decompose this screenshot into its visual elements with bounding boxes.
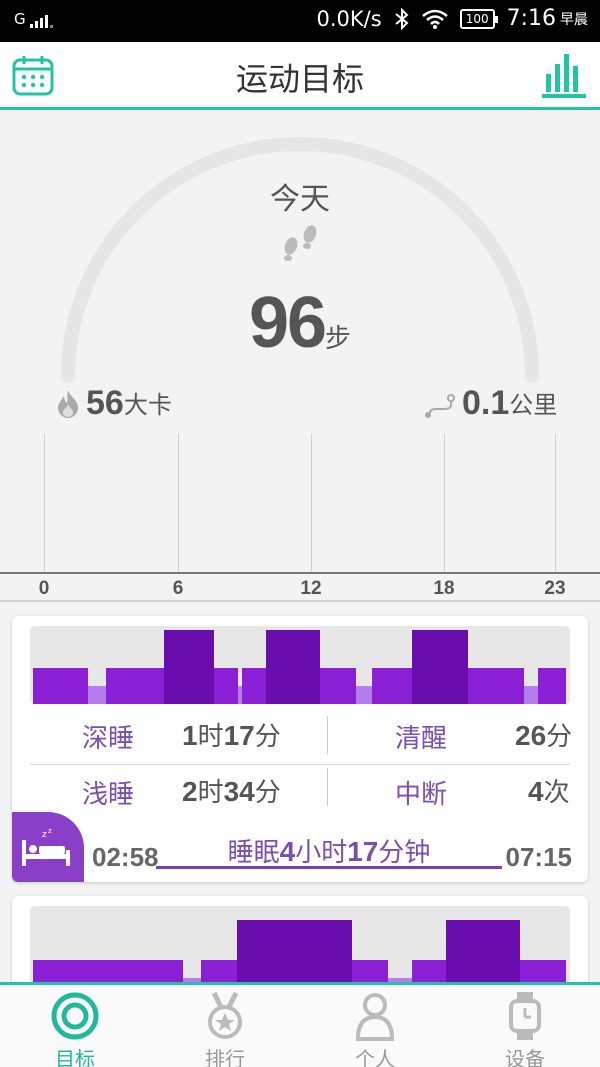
bluetooth-icon — [395, 7, 409, 30]
sleep-segment — [266, 630, 320, 704]
clock: 7:16 — [506, 6, 556, 31]
medal-icon — [208, 991, 242, 1039]
nav-device[interactable]: 设备 — [450, 991, 600, 1067]
hour-gridline — [555, 434, 556, 572]
sleep-segment — [164, 630, 214, 704]
steps-value: 96 — [248, 283, 327, 363]
hour-gridline — [311, 434, 312, 572]
nav-label: 目标 — [55, 1047, 95, 1067]
nav-ranking[interactable]: 排行 — [150, 991, 300, 1067]
hourly-steps-chart: 0 6 12 18 23 — [0, 434, 600, 604]
route-icon — [425, 394, 455, 418]
hour-tick: 6 — [172, 578, 184, 599]
svg-text:z: z — [48, 827, 52, 835]
awake-value: 26分 — [515, 720, 573, 752]
sleep-start-time: 02:58 — [92, 842, 159, 872]
nav-label: 设备 — [505, 1047, 545, 1067]
sleep-total: 睡眠4小时17分钟 — [227, 836, 431, 868]
battery-icon: 100 — [459, 8, 498, 29]
sleep-card[interactable]: 深睡 1时17分 清醒 26分 浅睡 2时34分 中断 4次 z z 02:58… — [12, 616, 588, 882]
distance-stat: 0.1 公里 — [424, 384, 557, 423]
interrupt-label: 中断 — [395, 780, 448, 810]
distance-unit: 公里 — [509, 391, 558, 419]
today-label: 今天 — [270, 182, 330, 217]
sleep-segment — [88, 686, 106, 704]
section-divider — [0, 600, 600, 602]
sleep-segment — [106, 668, 164, 704]
calories-unit: 大卡 — [123, 391, 172, 419]
sleep-segment — [356, 686, 372, 704]
row-divider — [30, 764, 570, 765]
target-icon — [51, 992, 99, 1040]
column-divider — [327, 716, 328, 754]
sleep-segment — [242, 668, 266, 704]
sleep-row-1: 深睡 1时17分 清醒 26分 — [12, 712, 588, 758]
awake-label: 清醒 — [395, 724, 448, 754]
distance-value: 0.1 — [462, 384, 510, 422]
nav-label: 个人 — [355, 1047, 395, 1067]
sleep-segment — [372, 668, 412, 704]
watch-icon — [509, 992, 541, 1040]
bottom-navigation: 目标 排行 个人 设备 — [0, 982, 600, 1067]
nav-profile[interactable]: 个人 — [300, 991, 450, 1067]
title-bar: 运动目标 — [0, 42, 600, 110]
calories-value: 56 — [86, 384, 124, 422]
sleep-segment — [214, 668, 238, 704]
status-bar: G 0.0K/s 100 7:16 早晨 — [0, 0, 600, 42]
hour-tick: 0 — [38, 578, 50, 599]
sleep-badge: z z — [12, 812, 84, 882]
light-sleep-label: 浅睡 — [82, 780, 135, 810]
deep-sleep-label: 深睡 — [82, 724, 135, 754]
sleep-segment — [538, 668, 566, 704]
wifi-icon — [421, 9, 448, 29]
sleep-row-2: 浅睡 2时34分 中断 4次 — [12, 768, 588, 814]
chart-baseline — [0, 572, 600, 574]
hour-gridline — [44, 434, 45, 572]
page-title: 运动目标 — [235, 60, 364, 98]
sleep-segment — [320, 668, 356, 704]
light-sleep-value: 2时34分 — [182, 776, 281, 808]
hour-gridline — [444, 434, 445, 572]
sleep-card[interactable] — [12, 896, 588, 996]
calories-stat: 56 大卡 — [56, 384, 172, 423]
sleep-end-time: 07:15 — [505, 842, 573, 872]
sleep-segment — [468, 668, 524, 704]
hour-tick: 23 — [544, 578, 566, 599]
signal-indicator: G — [14, 10, 53, 28]
nav-label: 排行 — [205, 1047, 245, 1067]
steps-count: 96步 — [0, 282, 600, 364]
sleep-segment — [412, 630, 468, 704]
sleep-segment — [33, 668, 88, 704]
signal-icon — [29, 14, 53, 28]
interrupt-value: 4次 — [528, 776, 570, 808]
clock-period: 早晨 — [560, 11, 588, 28]
hour-tick: 18 — [433, 578, 455, 599]
hour-gridline — [178, 434, 179, 572]
nav-target[interactable]: 目标 — [0, 991, 150, 1067]
deep-sleep-value: 1时17分 — [182, 720, 281, 752]
network-type: G — [14, 10, 26, 28]
flame-icon — [58, 390, 78, 418]
hour-tick: 12 — [300, 578, 322, 599]
network-speed: 0.0K/s — [316, 6, 382, 31]
steps-unit: 步 — [325, 324, 352, 354]
footprints-icon — [284, 225, 317, 261]
sleep-segment — [524, 686, 538, 704]
sleep-duration-line — [156, 866, 502, 869]
svg-text:z: z — [42, 830, 47, 840]
person-icon — [355, 993, 395, 1041]
sleeping-bed-icon: z z — [22, 827, 70, 866]
bar-chart-icon[interactable] — [542, 52, 586, 98]
sleep-stages-chart — [30, 626, 570, 704]
column-divider — [327, 768, 328, 806]
